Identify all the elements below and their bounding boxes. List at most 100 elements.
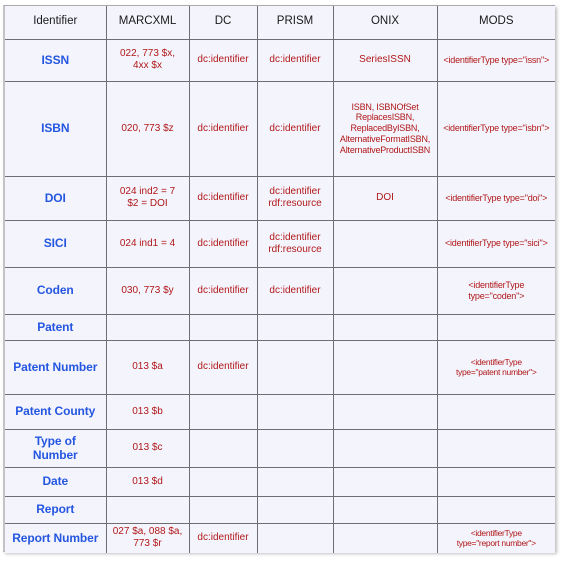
- prism-cell: [256, 313, 334, 341]
- prism-cell: [256, 393, 334, 430]
- mods-cell: <identifierType type="coden">: [436, 266, 555, 315]
- marcxml-cell-line: 773 $r: [133, 538, 162, 550]
- onix-cell: [332, 495, 438, 524]
- header-onix: ONIX: [332, 6, 438, 40]
- identifier-cell: Patent County: [5, 393, 107, 430]
- mods-cell-line: <identifierType type="isbn">: [443, 123, 550, 134]
- marcxml-cell: 013 $c: [105, 428, 190, 468]
- table-row-issn: ISSN 022, 773 $x, 4xx $x dc:identifier dc:id…: [5, 38, 555, 82]
- onix-cell-line: AlternativeProductISBN: [339, 144, 431, 155]
- prism-cell-line: dc:identifier: [269, 231, 321, 243]
- dc-cell: [188, 466, 258, 497]
- marcxml-cell-line: 030, 773 $y: [121, 284, 174, 296]
- onix-cell: [332, 428, 438, 468]
- mods-cell: [436, 313, 555, 341]
- identifier-cell: Type of Number: [5, 428, 107, 468]
- identifier-cell: Report: [5, 495, 107, 524]
- mods-cell-line: <identifierType: [470, 528, 522, 539]
- prism-cell-line: dc:identifier: [269, 284, 321, 296]
- dc-cell: dc:identifier: [188, 339, 258, 395]
- mods-cell: <identifierType type="doi">: [436, 175, 555, 221]
- prism-cell-line: dc:identifier: [269, 122, 321, 134]
- onix-cell-line: SeriesISSN: [359, 54, 411, 65]
- mods-cell-line: type="report number">: [456, 538, 536, 549]
- prism-cell-line: rdf:resource: [268, 198, 322, 209]
- marcxml-cell: 024 ind2 = 7 $2 = DOI: [105, 175, 190, 221]
- dc-cell: dc:identifier: [188, 522, 258, 553]
- header-dc: DC: [188, 6, 258, 40]
- marcxml-cell: 027 $a, 088 $a, 773 $r: [105, 522, 190, 553]
- marcxml-cell-line: 013 $b: [132, 405, 163, 417]
- header-mods: MODS: [436, 6, 555, 40]
- dc-cell: dc:identifier: [188, 266, 258, 315]
- dc-cell: dc:identifier: [188, 80, 258, 177]
- header-row: Identifier MARCXML DC PRISM ONIX MODS: [5, 6, 555, 40]
- mods-cell: <identifierType type="issn">: [436, 38, 555, 82]
- identifier-cell: DOI: [5, 175, 107, 221]
- mods-cell: <identifierType type="report number">: [436, 522, 555, 553]
- header-marcxml: MARCXML: [105, 6, 190, 40]
- prism-cell: [256, 522, 334, 553]
- dc-cell: [188, 313, 258, 341]
- onix-cell: [332, 266, 438, 315]
- marcxml-cell-line: 4xx $x: [133, 60, 162, 71]
- onix-cell: ISBN, ISBNOfSet ReplacesISBN, ReplacedByIS…: [332, 80, 438, 177]
- header-identifier: Identifier: [5, 6, 107, 40]
- marcxml-cell-line: $2 = DOI: [127, 198, 168, 209]
- marcxml-cell: 013 $b: [105, 393, 190, 430]
- mods-cell: <identifierType type="isbn">: [436, 80, 555, 177]
- table-row-coden: Coden 030, 773 $y dc:identifier dc:identifi…: [5, 266, 555, 315]
- prism-cell-line: dc:identifier: [269, 186, 321, 197]
- onix-cell: [332, 393, 438, 430]
- table-row-report-number: Report Number 027 $a, 088 $a, 773 $r dc:ide…: [5, 522, 555, 553]
- onix-cell-line: DOI: [376, 192, 394, 203]
- marcxml-cell-line: 013 $d: [132, 475, 163, 487]
- prism-cell: [256, 428, 334, 468]
- onix-cell: [332, 339, 438, 395]
- table-row-type-of-number: Type of Number 013 $c: [5, 428, 555, 468]
- mods-cell-line: <identifierType type="issn">: [443, 54, 550, 65]
- dc-cell: [188, 428, 258, 468]
- table-row-date: Date 013 $d: [5, 466, 555, 497]
- prism-cell: dc:identifier: [256, 80, 334, 177]
- prism-cell-line: dc:identifier: [269, 54, 321, 65]
- marcxml-cell: [105, 313, 190, 341]
- identifier-cell: Coden: [5, 266, 107, 315]
- marcxml-cell: 022, 773 $x, 4xx $x: [105, 38, 190, 82]
- table-row-report: Report: [5, 495, 555, 524]
- mods-cell-line: type="patent number">: [455, 367, 537, 377]
- marcxml-cell: 030, 773 $y: [105, 266, 190, 315]
- mods-cell: [436, 428, 555, 468]
- prism-cell: dc:identifier: [256, 38, 334, 82]
- mods-cell: [436, 495, 555, 524]
- marcxml-cell: [105, 495, 190, 524]
- table-row-isbn: ISBN 020, 773 $z dc:identifier dc:identifie…: [5, 80, 555, 177]
- onix-cell: [332, 219, 438, 268]
- onix-cell: [332, 466, 438, 497]
- identifier-cell: Date: [5, 466, 107, 497]
- prism-cell: dc:identifier rdf:resource: [256, 219, 334, 268]
- prism-cell-line: rdf:resource: [268, 243, 322, 255]
- marcxml-cell: 020, 773 $z: [105, 80, 190, 177]
- identifier-cell: ISBN: [5, 80, 107, 177]
- prism-cell: [256, 495, 334, 524]
- identifier-cell: Patent Number: [5, 339, 107, 395]
- onix-cell-line: AlternativeFormatISBN,: [339, 133, 431, 144]
- onix-cell: [332, 522, 438, 553]
- mods-cell-line: <identifierType type="coden">: [468, 279, 525, 301]
- dc-cell: dc:identifier: [188, 219, 258, 268]
- mods-cell-line: <identifierType: [470, 356, 522, 367]
- identifier-cell: Patent: [5, 313, 107, 341]
- marcxml-cell: 013 $d: [105, 466, 190, 497]
- mods-cell: <identifierType type="sici">: [436, 219, 555, 268]
- table-row-patent-number: Patent Number 013 $a dc:identifier <identif…: [5, 339, 555, 395]
- marcxml-cell-line: 013 $a: [132, 361, 163, 372]
- prism-cell: [256, 466, 334, 497]
- marcxml-cell-line: 022, 773 $x,: [119, 48, 176, 59]
- identifier-cell: SICI: [5, 219, 107, 268]
- identifier-cell: Report Number: [5, 522, 107, 553]
- marcxml-cell: 024 ind1 = 4: [105, 219, 190, 268]
- marcxml-cell-line: 027 $a, 088 $a,: [112, 526, 183, 538]
- prism-cell: dc:identifier: [256, 266, 334, 315]
- identifier-mapping-table: Identifier MARCXML DC PRISM ONIX MODS IS…: [5, 6, 555, 553]
